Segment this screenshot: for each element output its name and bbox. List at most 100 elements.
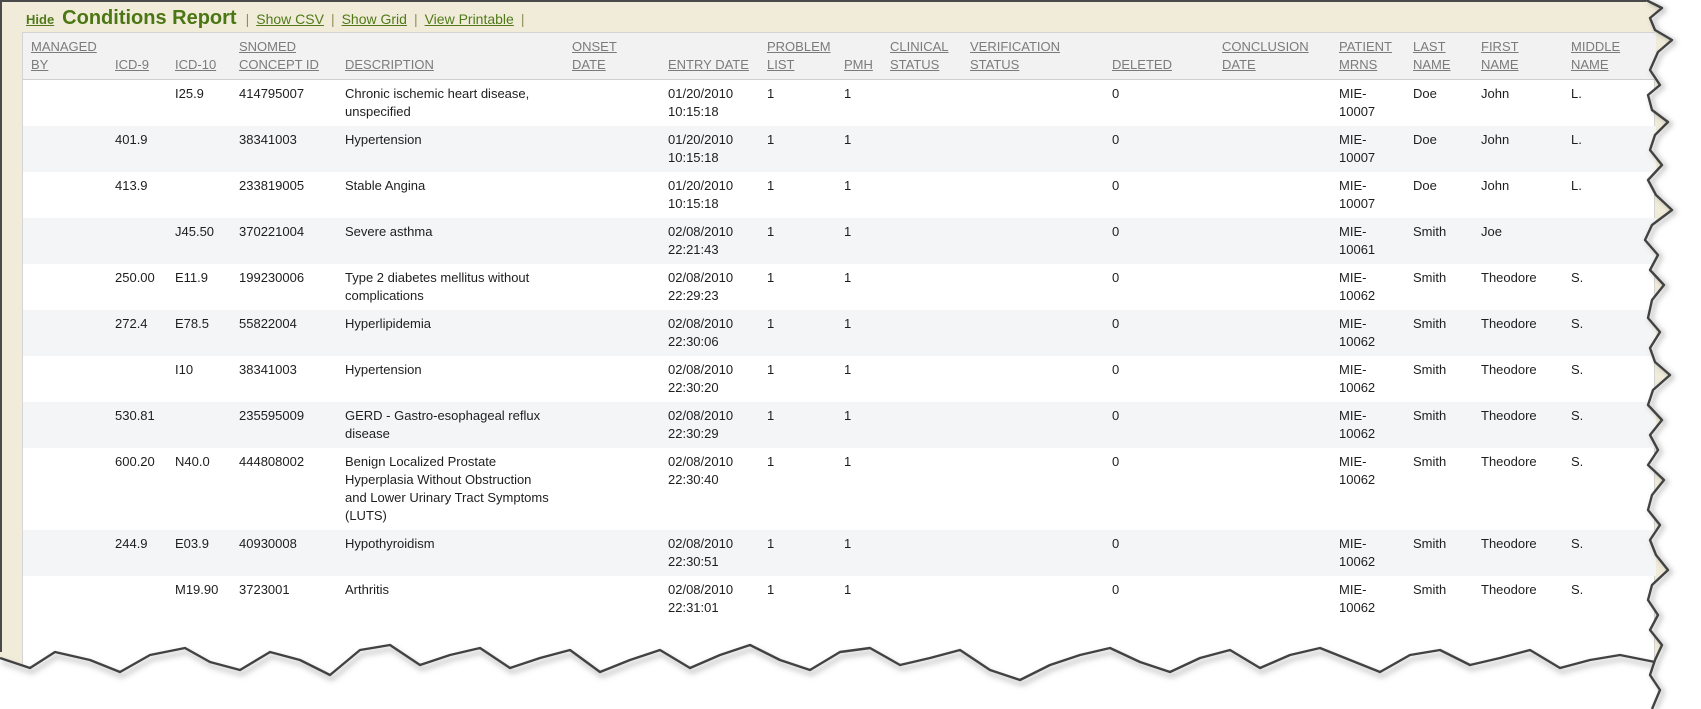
table-row: I25.9414795007Chronic ischemic heart dis… [23,80,1656,127]
show-csv-link[interactable]: Show CSV [256,11,324,27]
column-header-middle_name[interactable]: MIDDLE NAME [1563,33,1656,80]
column-header-label[interactable]: ICD-10 [175,57,216,72]
cell-deleted: 0 [1104,218,1214,264]
table-row: 250.00E11.9199230006Type 2 diabetes mell… [23,264,1656,310]
cell-last_name: Doe [1405,172,1473,218]
column-header-label[interactable]: DELETED [1112,57,1172,72]
cell-icd10 [167,126,231,172]
cell-middle_name: S. [1563,448,1656,530]
cell-icd9 [107,576,167,622]
cell-first_name: Theodore [1473,448,1563,530]
cell-pmh: 1 [836,218,882,264]
cell-icd10 [167,402,231,448]
column-header-label[interactable]: PMH [844,57,873,72]
cell-verification_status [962,530,1104,576]
cell-description: Hypertension [337,126,564,172]
cell-icd9: 244.9 [107,530,167,576]
column-header-verification_status[interactable]: VERIFICATION STATUS [962,33,1104,80]
cell-clinical_status [882,126,962,172]
cell-pmh: 1 [836,530,882,576]
cell-clinical_status [882,576,962,622]
column-header-clinical_status[interactable]: CLINICAL STATUS [882,33,962,80]
cell-patient_mrns: MIE-10062 [1331,448,1405,530]
screenshot-top-border [0,0,1646,2]
cell-entry_date: 02/08/2010 22:29:23 [660,264,759,310]
show-grid-link[interactable]: Show Grid [342,11,407,27]
cell-last_name: Smith [1405,448,1473,530]
column-header-label[interactable]: PATIENT MRNS [1339,39,1392,72]
column-header-label[interactable]: LAST NAME [1413,39,1451,72]
cell-last_name: Doe [1405,80,1473,127]
column-header-label[interactable]: FIRST NAME [1481,39,1519,72]
column-header-entry_date[interactable]: ENTRY DATE [660,33,759,80]
view-printable-link[interactable]: View Printable [425,11,514,27]
cell-managed_by [23,80,107,127]
cell-middle_name: S. [1563,356,1656,402]
cell-clinical_status [882,218,962,264]
column-header-last_name[interactable]: LAST NAME [1405,33,1473,80]
cell-deleted: 0 [1104,172,1214,218]
cell-onset_date [564,576,660,622]
column-header-label[interactable]: MIDDLE NAME [1571,39,1620,72]
cell-pmh: 1 [836,172,882,218]
cell-managed_by [23,402,107,448]
separator: | [331,11,335,27]
cell-middle_name: L. [1563,80,1656,127]
cell-problem_list: 1 [759,448,836,530]
cell-entry_date: 02/08/2010 22:30:29 [660,402,759,448]
table-row: J45.50370221004Severe asthma02/08/2010 2… [23,218,1656,264]
cell-first_name: Theodore [1473,356,1563,402]
column-header-label[interactable]: VERIFICATION STATUS [970,39,1060,72]
column-header-first_name[interactable]: FIRST NAME [1473,33,1563,80]
column-header-patient_mrns[interactable]: PATIENT MRNS [1331,33,1405,80]
column-header-deleted[interactable]: DELETED [1104,33,1214,80]
cell-icd9: 272.4 [107,310,167,356]
column-header-description[interactable]: DESCRIPTION [337,33,564,80]
cell-entry_date: 02/08/2010 22:30:51 [660,530,759,576]
cell-first_name: John [1473,80,1563,127]
column-header-snomed_concept_id[interactable]: SNOMED CONCEPT ID [231,33,337,80]
column-header-icd10[interactable]: ICD-10 [167,33,231,80]
column-header-pmh[interactable]: PMH [836,33,882,80]
column-header-label[interactable]: ONSET DATE [572,39,617,72]
cell-onset_date [564,310,660,356]
column-header-label[interactable]: CLINICAL STATUS [890,39,949,72]
column-header-label[interactable]: MANAGED BY [31,39,97,72]
cell-clinical_status [882,448,962,530]
column-header-label[interactable]: PROBLEM LIST [767,39,831,72]
column-header-problem_list[interactable]: PROBLEM LIST [759,33,836,80]
cell-icd9: 530.81 [107,402,167,448]
cell-managed_by [23,218,107,264]
column-header-label[interactable]: DESCRIPTION [345,57,434,72]
cell-patient_mrns: MIE-10062 [1331,356,1405,402]
cell-patient_mrns: MIE-10007 [1331,126,1405,172]
cell-verification_status [962,126,1104,172]
separator: | [414,11,418,27]
column-header-label[interactable]: ENTRY DATE [668,57,749,72]
column-header-label[interactable]: CONCLUSION DATE [1222,39,1309,72]
hide-link[interactable]: Hide [26,12,54,27]
column-header-icd9[interactable]: ICD-9 [107,33,167,80]
cell-icd9: 600.20 [107,448,167,530]
cell-last_name: Smith [1405,218,1473,264]
cell-last_name: Smith [1405,264,1473,310]
cell-clinical_status [882,530,962,576]
cell-last_name: Smith [1405,402,1473,448]
cell-snomed_concept_id: 38341003 [231,356,337,402]
column-header-label[interactable]: SNOMED CONCEPT ID [239,39,319,72]
cell-deleted: 0 [1104,356,1214,402]
cell-clinical_status [882,310,962,356]
cell-verification_status [962,80,1104,127]
cell-problem_list: 1 [759,356,836,402]
cell-icd10: J45.50 [167,218,231,264]
table-row: I1038341003Hypertension02/08/2010 22:30:… [23,356,1656,402]
cell-description: Hypertension [337,356,564,402]
column-header-conclusion_date[interactable]: CONCLUSION DATE [1214,33,1331,80]
column-header-label[interactable]: ICD-9 [115,57,149,72]
cell-middle_name: S. [1563,402,1656,448]
cell-snomed_concept_id: 414795007 [231,80,337,127]
cell-verification_status [962,310,1104,356]
cell-icd9: 250.00 [107,264,167,310]
column-header-onset_date[interactable]: ONSET DATE [564,33,660,80]
column-header-managed_by[interactable]: MANAGED BY [23,33,107,80]
